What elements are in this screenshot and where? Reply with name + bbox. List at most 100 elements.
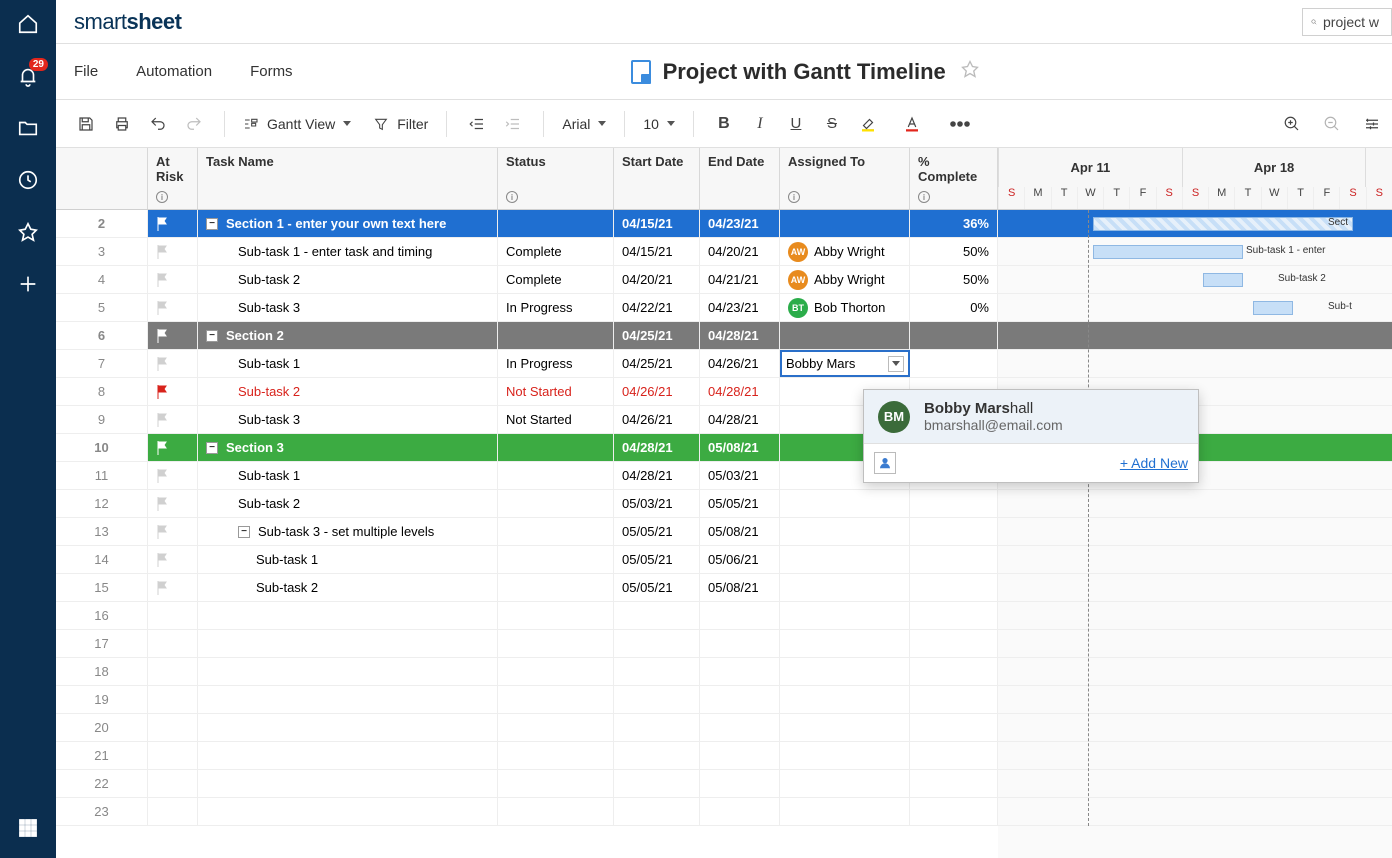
pct-complete-cell[interactable] xyxy=(910,322,998,349)
task-name-cell[interactable]: −Section 3 xyxy=(198,434,498,461)
at-risk-cell[interactable] xyxy=(148,210,198,237)
row-number[interactable]: 9 xyxy=(56,406,148,433)
search-box[interactable] xyxy=(1302,8,1392,36)
plus-icon[interactable] xyxy=(16,272,40,296)
gantt-bar[interactable] xyxy=(1253,301,1293,315)
bell-icon[interactable]: 29 xyxy=(16,64,40,88)
at-risk-cell[interactable] xyxy=(148,434,198,461)
star-icon[interactable] xyxy=(16,220,40,244)
assigned-to-cell[interactable] xyxy=(780,686,910,713)
zoom-out-icon[interactable] xyxy=(1316,108,1348,140)
col-pct-complete[interactable]: % Completei xyxy=(910,148,998,209)
print-icon[interactable] xyxy=(106,108,138,140)
row-number[interactable]: 13 xyxy=(56,518,148,545)
status-cell[interactable] xyxy=(498,434,614,461)
assigned-to-cell[interactable]: BTBob Thorton xyxy=(780,294,910,321)
pct-complete-cell[interactable] xyxy=(910,770,998,797)
assigned-to-cell[interactable] xyxy=(780,714,910,741)
task-row[interactable]: 5Sub-task 3In Progress04/22/2104/23/21BT… xyxy=(56,294,998,322)
task-name-cell[interactable]: Sub-task 2 xyxy=(198,266,498,293)
assigned-to-cell[interactable] xyxy=(780,350,910,377)
task-name-cell[interactable]: Sub-task 1 xyxy=(198,462,498,489)
gantt-row[interactable] xyxy=(998,770,1392,798)
start-date-cell[interactable]: 04/25/21 xyxy=(614,350,700,377)
pct-complete-cell[interactable] xyxy=(910,658,998,685)
end-date-cell[interactable] xyxy=(700,602,780,629)
gantt-row[interactable] xyxy=(998,602,1392,630)
gantt-row[interactable] xyxy=(998,714,1392,742)
gantt-pane[interactable]: Apr 11 Apr 18 SMTWTFSSMTWTFSS SectSub-ta… xyxy=(998,148,1392,858)
assigned-to-cell[interactable] xyxy=(780,602,910,629)
task-row[interactable]: 14Sub-task 105/05/2105/06/21 xyxy=(56,546,998,574)
pct-complete-cell[interactable] xyxy=(910,490,998,517)
start-date-cell[interactable]: 04/28/21 xyxy=(614,462,700,489)
start-date-cell[interactable] xyxy=(614,602,700,629)
at-risk-cell[interactable] xyxy=(148,770,198,797)
task-row[interactable]: 4Sub-task 2Complete04/20/2104/21/21AWAbb… xyxy=(56,266,998,294)
gantt-bar[interactable] xyxy=(1093,245,1243,259)
task-row[interactable]: 7Sub-task 1In Progress04/25/2104/26/21 xyxy=(56,350,998,378)
add-new-link[interactable]: + Add New xyxy=(1120,455,1188,471)
status-cell[interactable]: Complete xyxy=(498,266,614,293)
start-date-cell[interactable]: 04/15/21 xyxy=(614,210,700,237)
start-date-cell[interactable]: 05/03/21 xyxy=(614,490,700,517)
settings-icon[interactable] xyxy=(1356,108,1388,140)
at-risk-cell[interactable] xyxy=(148,798,198,825)
end-date-cell[interactable]: 05/08/21 xyxy=(700,518,780,545)
assigned-to-cell[interactable]: AWAbby Wright xyxy=(780,238,910,265)
pct-complete-cell[interactable] xyxy=(910,630,998,657)
end-date-cell[interactable]: 05/08/21 xyxy=(700,574,780,601)
gantt-row[interactable] xyxy=(998,658,1392,686)
font-selector[interactable]: Arial xyxy=(558,116,610,132)
collapse-toggle[interactable]: − xyxy=(238,526,250,538)
save-icon[interactable] xyxy=(70,108,102,140)
assigned-to-cell[interactable] xyxy=(780,770,910,797)
status-cell[interactable] xyxy=(498,574,614,601)
task-name-cell[interactable]: Sub-task 1 - enter task and timing xyxy=(198,238,498,265)
at-risk-cell[interactable] xyxy=(148,686,198,713)
gantt-bar[interactable] xyxy=(1093,217,1353,231)
brand-logo[interactable]: smartsheet xyxy=(74,9,181,35)
menu-forms[interactable]: Forms xyxy=(250,63,293,80)
undo-icon[interactable] xyxy=(142,108,174,140)
end-date-cell[interactable]: 04/28/21 xyxy=(700,406,780,433)
col-start-date[interactable]: Start Date xyxy=(614,148,700,209)
zoom-in-icon[interactable] xyxy=(1276,108,1308,140)
task-name-cell[interactable]: −Section 2 xyxy=(198,322,498,349)
status-cell[interactable]: Complete xyxy=(498,238,614,265)
col-at-risk[interactable]: At Riski xyxy=(148,148,198,209)
pct-complete-cell[interactable] xyxy=(910,518,998,545)
start-date-cell[interactable]: 04/26/21 xyxy=(614,406,700,433)
task-name-cell[interactable]: −Sub-task 3 - set multiple levels xyxy=(198,518,498,545)
status-cell[interactable] xyxy=(498,210,614,237)
start-date-cell[interactable]: 04/26/21 xyxy=(614,378,700,405)
gantt-row[interactable]: Sect xyxy=(998,210,1392,238)
task-name-cell[interactable]: Sub-task 2 xyxy=(198,490,498,517)
gantt-row[interactable] xyxy=(998,518,1392,546)
row-number[interactable]: 2 xyxy=(56,210,148,237)
gantt-row[interactable]: Sub-task 2 xyxy=(998,266,1392,294)
task-name-cell[interactable]: Sub-task 1 xyxy=(198,546,498,573)
task-name-cell[interactable]: Sub-task 1 xyxy=(198,350,498,377)
strike-icon[interactable]: S xyxy=(816,108,848,140)
row-number[interactable]: 21 xyxy=(56,742,148,769)
row-number[interactable]: 11 xyxy=(56,462,148,489)
row-number[interactable]: 14 xyxy=(56,546,148,573)
assigned-to-cell[interactable] xyxy=(780,490,910,517)
row-number[interactable]: 4 xyxy=(56,266,148,293)
row-number[interactable]: 22 xyxy=(56,770,148,797)
end-date-cell[interactable]: 05/05/21 xyxy=(700,490,780,517)
assigned-to-cell[interactable] xyxy=(780,742,910,769)
task-name-cell[interactable] xyxy=(198,714,498,741)
task-name-cell[interactable] xyxy=(198,658,498,685)
end-date-cell[interactable]: 04/21/21 xyxy=(700,266,780,293)
end-date-cell[interactable] xyxy=(700,770,780,797)
home-icon[interactable] xyxy=(16,12,40,36)
status-cell[interactable] xyxy=(498,518,614,545)
at-risk-cell[interactable] xyxy=(148,742,198,769)
assigned-to-cell[interactable] xyxy=(780,574,910,601)
status-cell[interactable] xyxy=(498,714,614,741)
start-date-cell[interactable] xyxy=(614,686,700,713)
gantt-row[interactable] xyxy=(998,350,1392,378)
apps-icon[interactable] xyxy=(16,816,40,840)
